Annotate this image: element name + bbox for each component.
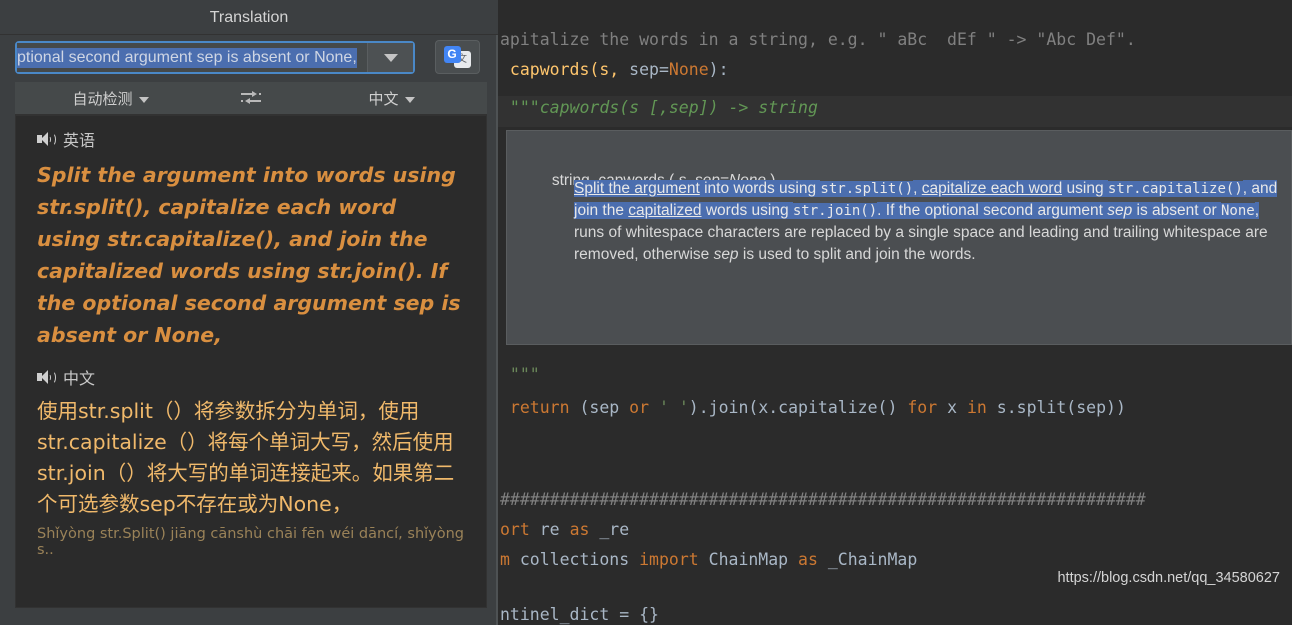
swap-languages-icon — [240, 90, 262, 106]
doc-text-fragment: None — [1221, 203, 1255, 219]
code-token: m — [500, 550, 520, 569]
search-input[interactable]: ptional second argument sep is absent or… — [17, 43, 367, 72]
watermark-url: https://blog.csdn.net/qq_34580627 — [1057, 570, 1280, 586]
code-token: ChainMap — [709, 550, 798, 569]
code-line: """capwords(s [,sep]) -> string — [500, 98, 818, 117]
source-language-selector[interactable]: 自动检测 — [15, 88, 206, 109]
chinese-language-label: 中文 — [63, 365, 95, 389]
chevron-down-icon[interactable] — [367, 43, 413, 72]
code-token: x — [947, 398, 967, 417]
doc-text-fragment: , — [913, 180, 922, 197]
code-token: _ChainMap — [828, 550, 917, 569]
code-token: as — [570, 520, 600, 539]
code-token: """ — [500, 365, 540, 384]
google-translate-icon: G 文 — [444, 46, 472, 68]
doc-text-fragment: sep — [714, 246, 739, 263]
doc-text-fragment: words using — [702, 202, 793, 219]
code-token: (sep — [579, 398, 629, 417]
code-token: re — [540, 520, 570, 539]
code-token: or — [629, 398, 659, 417]
chevron-down-icon — [139, 97, 149, 103]
doc-text-fragment: is used to split and join the words. — [739, 246, 976, 263]
code-token: import — [639, 550, 709, 569]
swap-languages-button[interactable] — [206, 90, 296, 106]
doc-text-fragment[interactable]: capitalize each word — [922, 180, 1062, 197]
code-token: collections — [520, 550, 639, 569]
translation-input-combobox[interactable]: ptional second argument sep is absent or… — [15, 41, 415, 74]
doc-text-fragment: , — [1255, 202, 1259, 219]
translation-input-row: ptional second argument sep is absent or… — [0, 36, 498, 81]
english-source-text: Split the argument into words using str.… — [16, 155, 486, 351]
code-line: """ — [500, 365, 540, 384]
doc-text-fragment: using — [1062, 180, 1108, 197]
doc-text-fragment: str.join() — [793, 203, 877, 219]
target-language-selector[interactable]: 中文 — [296, 88, 487, 109]
code-token: as — [798, 550, 828, 569]
doc-text-fragment: . If the optional second argument — [877, 202, 1107, 219]
code-token: capwords(s, — [500, 60, 629, 79]
target-language-label: 中文 — [368, 88, 398, 109]
code-line: return (sep or ' ').join(x.capitalize() … — [500, 398, 1126, 417]
doc-description[interactable]: Split the argument into words using str.… — [574, 178, 1280, 266]
code-token: return — [500, 398, 579, 417]
code-line: ort re as _re — [500, 520, 629, 539]
doc-text-fragment: into words using — [700, 180, 821, 197]
speaker-icon[interactable] — [37, 132, 54, 146]
code-token: in — [967, 398, 997, 417]
code-token: ): — [709, 60, 729, 79]
doc-text-fragment: sep — [1107, 202, 1132, 219]
translation-panel[interactable]: Translation ptional second argument sep … — [0, 0, 498, 625]
code-line: ########################################… — [500, 490, 1146, 509]
code-token: ort — [500, 520, 540, 539]
code-line: ntinel_dict = {} — [500, 605, 659, 624]
doc-text-fragment[interactable]: capitalized — [628, 202, 701, 219]
doc-text-fragment: str.capitalize() — [1108, 181, 1243, 197]
doc-text-fragment: str.split() — [820, 181, 913, 197]
search-input-selected-text: ptional second argument sep is absent or… — [17, 48, 357, 68]
chevron-down-icon — [405, 97, 415, 103]
translation-result-area[interactable]: 英语 Split the argument into words using s… — [15, 115, 487, 608]
doc-text-fragment[interactable]: Split the argument — [574, 180, 700, 197]
pinyin-transliteration: Shǐyòng str.Split() jiāng cānshù chāi fē… — [16, 520, 486, 558]
code-token: ' ' — [659, 398, 689, 417]
google-translate-icon-letter: G — [444, 46, 461, 63]
code-token: None — [669, 60, 709, 79]
code-line: capwords(s, sep=None): — [500, 60, 729, 79]
translation-panel-title: Translation — [0, 0, 498, 35]
code-line: m collections import ChainMap as _ChainM… — [500, 550, 917, 569]
code-token: sep= — [629, 60, 669, 79]
language-selector-bar: 自动检测 中文 — [15, 82, 487, 115]
code-token: for — [907, 398, 947, 417]
documentation-tooltip[interactable]: string. capwords ( s, sep=None ) Split t… — [506, 130, 1292, 345]
code-token: s.split(sep)) — [997, 398, 1126, 417]
chinese-section-header[interactable]: 中文 — [16, 351, 486, 393]
english-language-label: 英语 — [63, 127, 95, 151]
source-language-label: 自动检测 — [72, 88, 132, 109]
code-token: _re — [599, 520, 629, 539]
chinese-translated-text: 使用str.split（）将参数拆分为单词，使用str.capitalize（）… — [16, 393, 486, 520]
english-section-header[interactable]: 英语 — [16, 116, 486, 155]
code-token: ########################################… — [500, 490, 1146, 509]
google-translate-button[interactable]: G 文 — [435, 40, 480, 74]
doc-text-fragment: is absent or — [1132, 202, 1221, 219]
speaker-icon[interactable] — [37, 370, 54, 384]
code-token: ).join(x.capitalize() — [689, 398, 908, 417]
code-line: apitalize the words in a string, e.g. " … — [500, 30, 1136, 49]
code-token: ntinel_dict = {} — [500, 605, 659, 624]
code-token: apitalize the words in a string, e.g. " … — [500, 30, 1136, 49]
code-token: """capwords(s [,sep]) -> string — [500, 98, 818, 117]
